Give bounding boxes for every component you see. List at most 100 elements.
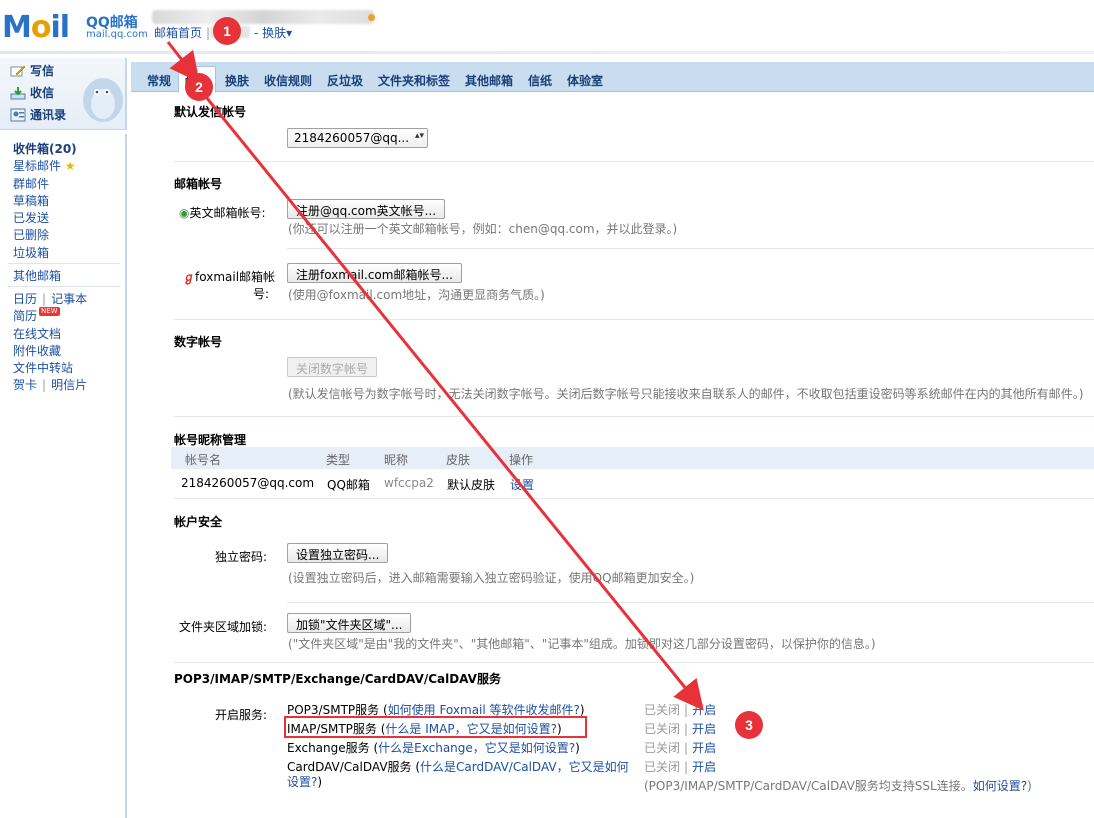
attachments-link[interactable]: 附件收藏 xyxy=(13,342,61,359)
english-account-label-text: 英文邮箱帐号: xyxy=(189,206,266,220)
default-sender-value: 2184260057@qq... xyxy=(294,131,410,145)
resume-link[interactable]: 简历 NEW xyxy=(13,307,60,324)
imap-enable-link[interactable]: 开启 xyxy=(692,722,716,736)
section-title-services: POP3/IMAP/SMTP/Exchange/CardDAV/CalDAV服务 xyxy=(174,672,501,686)
nick-row-type: QQ邮箱 xyxy=(327,478,370,492)
folder-other-mailbox[interactable]: 其他邮箱 xyxy=(13,267,61,284)
pencil-icon xyxy=(10,64,26,78)
service-carddav-line2: 设置?) xyxy=(287,775,323,789)
service-carddav-help-link[interactable]: 什么是CardDAV/CalDAV，它又是如何 xyxy=(420,760,629,774)
skin-link-label: 换肤 xyxy=(262,26,287,40)
imap-highlight-box xyxy=(284,716,587,738)
star-icon: ★ xyxy=(64,159,76,173)
carddav-enable-link[interactable]: 开启 xyxy=(692,760,716,774)
imap-status: 已关闭 | 开启 xyxy=(644,720,716,737)
settings-tabbar: 常规 帐户 换肤 收信规则 反垃圾 文件夹和标签 其他邮箱 信纸 体验室 xyxy=(131,62,1094,93)
penguin-mascot-icon xyxy=(78,70,124,124)
folder-deleted[interactable]: 已删除 xyxy=(13,226,49,243)
status-separator: | xyxy=(684,760,689,774)
default-sender-select[interactable]: 2184260057@qq... ▴▾ xyxy=(287,128,428,148)
section-divider xyxy=(287,248,1094,249)
carddav-status: 已关闭 | 开启 xyxy=(644,758,716,775)
tab-stationery[interactable]: 信纸 xyxy=(528,72,552,89)
mail-home-link[interactable]: 邮箱首页 xyxy=(154,26,202,40)
calendar-link[interactable]: 日历 xyxy=(13,292,37,306)
contacts-button[interactable]: 通讯录 xyxy=(10,106,66,123)
logo-mail-text: Moil xyxy=(2,10,70,45)
calendar-notes-row: 日历 | 记事本 xyxy=(13,290,87,307)
notes-link[interactable]: 记事本 xyxy=(51,292,87,306)
col-action: 操作 xyxy=(509,453,534,467)
folder-group[interactable]: 群邮件 xyxy=(13,175,49,192)
status-separator: | xyxy=(684,741,689,755)
independent-password-label: 独立密码: xyxy=(215,550,268,564)
folder-lock-label: 文件夹区域加锁: xyxy=(179,620,268,634)
nickname-table-header: 帐号名 类型 昵称 皮肤 操作 xyxy=(171,447,1094,469)
online-docs-link[interactable]: 在线文档 xyxy=(13,325,61,342)
section-title-nickname: 帐号昵称管理 xyxy=(174,433,247,447)
step-badge-1: 1 xyxy=(213,17,241,45)
status-separator: | xyxy=(684,703,689,717)
folder-starred[interactable]: 星标邮件 ★ xyxy=(13,157,76,174)
section-title-security: 帐户安全 xyxy=(174,515,223,529)
folder-starred-label: 星标邮件 xyxy=(13,159,62,173)
resume-label: 简历 xyxy=(13,309,38,323)
register-english-account-button[interactable]: 注册@qq.com英文帐号... xyxy=(287,199,446,219)
inbox-download-icon xyxy=(10,86,26,100)
pop3-enable-link[interactable]: 开启 xyxy=(692,703,716,717)
link-separator: | xyxy=(42,378,47,392)
pop3-status-text: 已关闭 xyxy=(644,703,681,717)
contacts-label: 通讯录 xyxy=(30,108,67,122)
nick-row-skin: 默认皮肤 xyxy=(447,478,496,492)
tab-other-mailbox[interactable]: 其他邮箱 xyxy=(465,72,513,89)
tab-general[interactable]: 常规 xyxy=(147,72,171,89)
nick-row-settings-link[interactable]: 设置 xyxy=(510,476,534,493)
service-carddav-name: CardDAV/CalDAV服务 xyxy=(287,760,412,774)
lock-folders-button[interactable]: 加锁"文件夹区域"... xyxy=(287,613,412,633)
service-exchange-help-link[interactable]: 什么是Exchange，它又是如何设置? xyxy=(378,741,575,755)
folder-sent[interactable]: 已发送 xyxy=(13,209,49,226)
ssl-note: (POP3/IMAP/SMTP/CardDAV/CalDAV服务均支持SSL连接… xyxy=(644,777,1032,794)
cards-link[interactable]: 贺卡 xyxy=(13,378,37,392)
top-header: Moil QQ邮箱 mail.qq.com 邮箱首页 | - 换肤▾ xyxy=(0,0,1094,58)
service-carddav: CardDAV/CalDAV服务 (什么是CardDAV/CalDAV，它又是如… xyxy=(287,760,629,774)
foxmail-hint: (使用@foxmail.com地址，沟通更显商务气质。) xyxy=(288,288,545,302)
cards-row: 贺卡 | 明信片 xyxy=(13,376,87,393)
skin-link[interactable]: - 换肤▾ xyxy=(254,24,292,41)
col-type: 类型 xyxy=(326,453,351,467)
receive-button[interactable]: 收信 xyxy=(10,84,54,101)
exchange-status: 已关闭 | 开启 xyxy=(644,739,716,756)
header-divider xyxy=(0,51,1094,54)
quick-actions: 写信 收信 通讯录 xyxy=(0,58,127,130)
step-badge-3: 3 xyxy=(735,711,763,739)
nick-row-nick: wfccpa2 xyxy=(384,476,434,490)
postcards-link[interactable]: 明信片 xyxy=(51,378,87,392)
folder-inbox[interactable]: 收件箱(20) xyxy=(13,140,77,157)
service-pop3-name: POP3/SMTP服务 xyxy=(287,703,380,717)
register-foxmail-button[interactable]: 注册foxmail.com邮箱帐号... xyxy=(287,263,462,283)
tab-antispam[interactable]: 反垃圾 xyxy=(327,72,363,89)
set-password-button[interactable]: 设置独立密码... xyxy=(287,543,389,563)
tab-labs[interactable]: 体验室 xyxy=(567,72,603,89)
folder-junk[interactable]: 垃圾箱 xyxy=(13,244,49,261)
compose-button[interactable]: 写信 xyxy=(10,62,54,79)
imap-status-text: 已关闭 xyxy=(644,722,681,736)
top-links: 邮箱首页 | - 换肤▾ xyxy=(154,24,292,41)
section-divider xyxy=(174,319,1094,320)
foxmail-label-line2: 号: xyxy=(253,287,270,301)
folder-drafts[interactable]: 草稿箱 xyxy=(13,192,49,209)
tab-skin[interactable]: 换肤 xyxy=(225,72,249,89)
tab-filter-rules[interactable]: 收信规则 xyxy=(264,72,312,89)
ssl-note-end: ) xyxy=(1027,779,1032,793)
qq-mail-logo[interactable]: Moil QQ邮箱 mail.qq.com xyxy=(2,10,148,50)
english-account-label: ◉英文邮箱帐号: xyxy=(179,204,266,221)
ssl-howto-link[interactable]: 如何设置? xyxy=(973,779,1027,793)
close-numeric-account-button[interactable]: 关闭数字帐号 xyxy=(287,357,378,377)
service-pop3-help-link[interactable]: 如何使用 Foxmail 等软件收发邮件? xyxy=(388,703,580,717)
col-nick: 昵称 xyxy=(384,453,409,467)
tab-folders-labels[interactable]: 文件夹和标签 xyxy=(378,72,450,89)
file-transfer-link[interactable]: 文件中转站 xyxy=(13,359,73,376)
exchange-enable-link[interactable]: 开启 xyxy=(692,741,716,755)
service-carddav-help-link-cont[interactable]: 设置? xyxy=(287,775,317,789)
user-email-redacted xyxy=(152,10,374,24)
